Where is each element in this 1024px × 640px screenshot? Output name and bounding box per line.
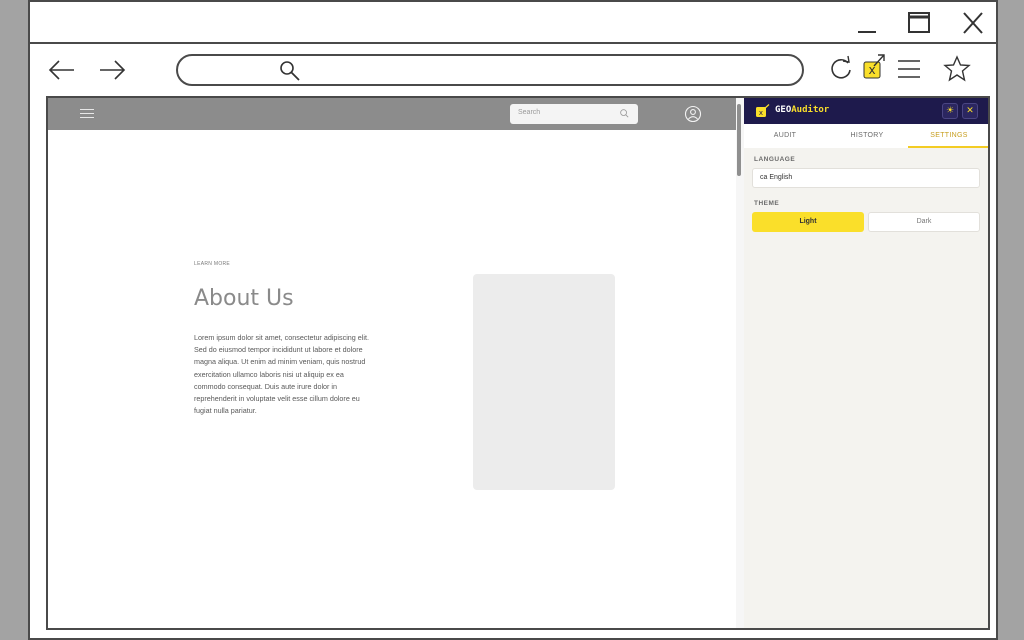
reload-icon[interactable] [826,54,856,84]
address-bar[interactable] [176,54,804,86]
page-title: About Us [194,286,294,311]
close-panel-button[interactable]: ✕ [962,103,978,119]
bookmark-star-icon[interactable] [942,54,972,84]
page-scrollbar[interactable] [736,98,744,628]
back-arrow-icon[interactable] [46,56,78,84]
search-icon [280,61,300,81]
tab-audit[interactable]: AUDIT [744,124,826,148]
menu-icon[interactable] [894,54,924,84]
extension-icon[interactable]: x [860,52,888,82]
language-select[interactable]: ca English [752,168,980,188]
theme-light-button[interactable]: Light [752,212,864,232]
minimize-icon[interactable] [852,10,882,36]
about-paragraph: Lorem ipsum dolor sit amet, consectetur … [194,333,369,416]
theme-dark-button[interactable]: Dark [868,212,980,232]
tab-history[interactable]: HISTORY [826,124,908,148]
search-icon [620,109,629,118]
browser-toolbar: x [30,44,996,96]
maximize-icon[interactable] [904,10,934,36]
site-header: Search [48,98,738,130]
scrollbar-thumb[interactable] [737,104,741,176]
svg-text:x: x [759,109,763,117]
section-eyebrow: LEARN MORE [194,261,231,267]
search-placeholder: Search [518,109,541,116]
language-label: LANGUAGE [754,156,796,163]
website: Search LEARN MORE About Us Lorem ipsum d… [48,98,738,628]
image-placeholder [473,274,615,490]
extension-tabs: AUDIT HISTORY SETTINGS [744,124,988,148]
page-viewport: Search LEARN MORE About Us Lorem ipsum d… [46,96,990,630]
theme-toggle-button[interactable]: ☀ [942,103,958,119]
theme-label: THEME [754,200,780,207]
close-icon[interactable] [958,10,988,36]
tab-settings[interactable]: SETTINGS [908,124,988,148]
hamburger-menu-icon[interactable] [80,109,94,119]
site-search-input[interactable]: Search [510,104,638,124]
title-bar [30,2,996,44]
geoauditor-logo-icon: x [756,104,770,117]
extension-panel: x GEOAuditor ☀ ✕ AUDIT HISTORY SETTINGS … [744,98,988,628]
extension-title: GEOAuditor [775,105,830,115]
forward-arrow-icon[interactable] [96,56,128,84]
browser-window: x Search LEARN MORE About Us Lorem ipsum… [28,0,998,640]
user-account-icon[interactable] [684,105,702,123]
extension-header: x GEOAuditor ☀ ✕ [744,98,988,124]
